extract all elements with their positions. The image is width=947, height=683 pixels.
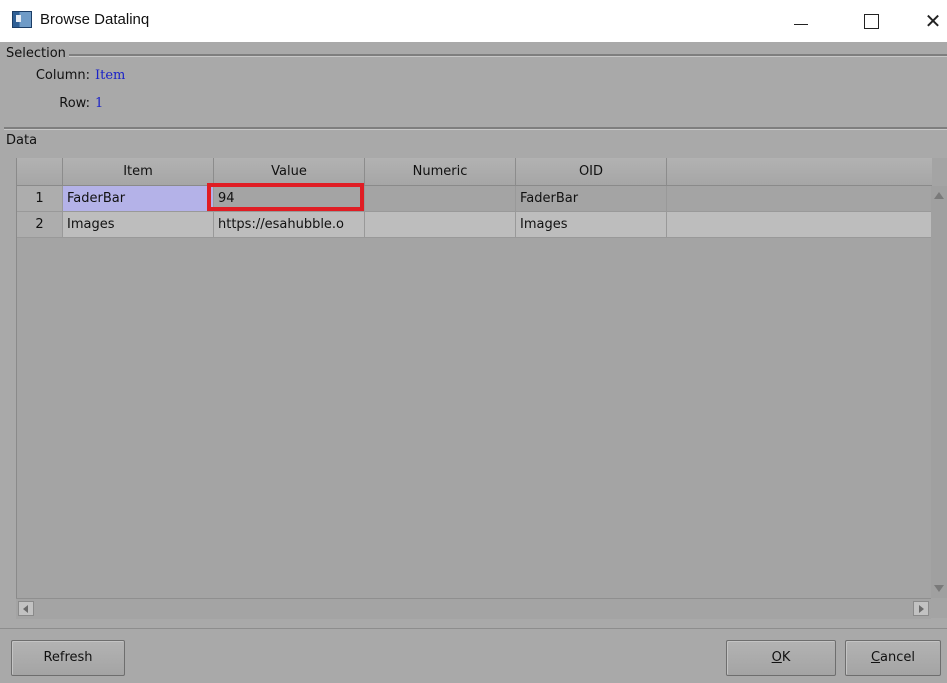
scroll-down-icon[interactable] <box>934 585 944 592</box>
cell-value[interactable]: https://esahubble.o <box>214 212 365 238</box>
column-header-item[interactable]: Item <box>63 158 214 185</box>
table-row[interactable]: 1 FaderBar 94 FaderBar <box>17 186 932 212</box>
scroll-left-button[interactable] <box>18 601 34 616</box>
ok-label-rest: K <box>781 650 791 665</box>
maximize-button[interactable] <box>848 0 894 42</box>
close-button[interactable]: ✕ <box>910 0 947 42</box>
cancel-mnemonic: C <box>870 650 881 665</box>
minimize-icon <box>794 23 808 25</box>
minimize-button[interactable] <box>778 0 824 42</box>
app-icon <box>12 11 32 28</box>
scroll-up-icon[interactable] <box>934 192 944 199</box>
data-group-border <box>4 127 947 130</box>
highlight-annotation <box>207 183 364 211</box>
cell-numeric[interactable] <box>365 186 516 212</box>
table-row[interactable]: 2 Images https://esahubble.o Images <box>17 212 932 238</box>
row-number[interactable]: 2 <box>17 212 63 238</box>
cell-oid[interactable]: FaderBar <box>516 186 667 212</box>
row-number[interactable]: 1 <box>17 186 63 212</box>
column-header-oid[interactable]: OID <box>516 158 667 185</box>
row-filler <box>667 186 932 212</box>
horizontal-scrollbar[interactable] <box>16 598 931 619</box>
cell-item[interactable]: Images <box>63 212 214 238</box>
column-header-numeric[interactable]: Numeric <box>365 158 516 185</box>
title-bar: Browse Datalinq ✕ <box>0 0 947 42</box>
column-label: Column: <box>35 68 90 83</box>
vertical-scrollbar[interactable] <box>931 186 947 598</box>
column-header-value[interactable]: Value <box>214 158 365 185</box>
scroll-right-icon <box>919 605 924 613</box>
window-title: Browse Datalinq <box>40 11 150 28</box>
footer-divider <box>0 628 947 629</box>
data-group-label: Data <box>3 133 41 148</box>
cancel-label-rest: ancel <box>880 650 916 665</box>
row-label: Row: <box>59 96 90 111</box>
column-header-filler <box>667 158 932 185</box>
data-grid[interactable]: Item Value Numeric OID 1 FaderBar 94 Fad… <box>16 158 947 618</box>
cell-oid[interactable]: Images <box>516 212 667 238</box>
row-filler <box>667 212 932 238</box>
cell-numeric[interactable] <box>365 212 516 238</box>
selection-group-border <box>4 54 947 57</box>
maximize-icon <box>863 13 879 29</box>
ok-mnemonic: O <box>771 650 782 665</box>
row-number-header <box>17 158 63 185</box>
cell-item[interactable]: FaderBar <box>63 186 214 212</box>
selection-group-label: Selection <box>3 46 69 61</box>
scroll-left-icon <box>23 605 28 613</box>
scroll-right-button[interactable] <box>913 601 929 616</box>
ok-button[interactable]: OK <box>726 640 836 676</box>
grid-header: Item Value Numeric OID <box>17 158 932 186</box>
cancel-button[interactable]: Cancel <box>845 640 941 676</box>
row-value: 1 <box>95 96 104 111</box>
column-value: Item <box>95 68 126 83</box>
close-icon: ✕ <box>924 9 942 33</box>
refresh-button[interactable]: Refresh <box>11 640 125 676</box>
